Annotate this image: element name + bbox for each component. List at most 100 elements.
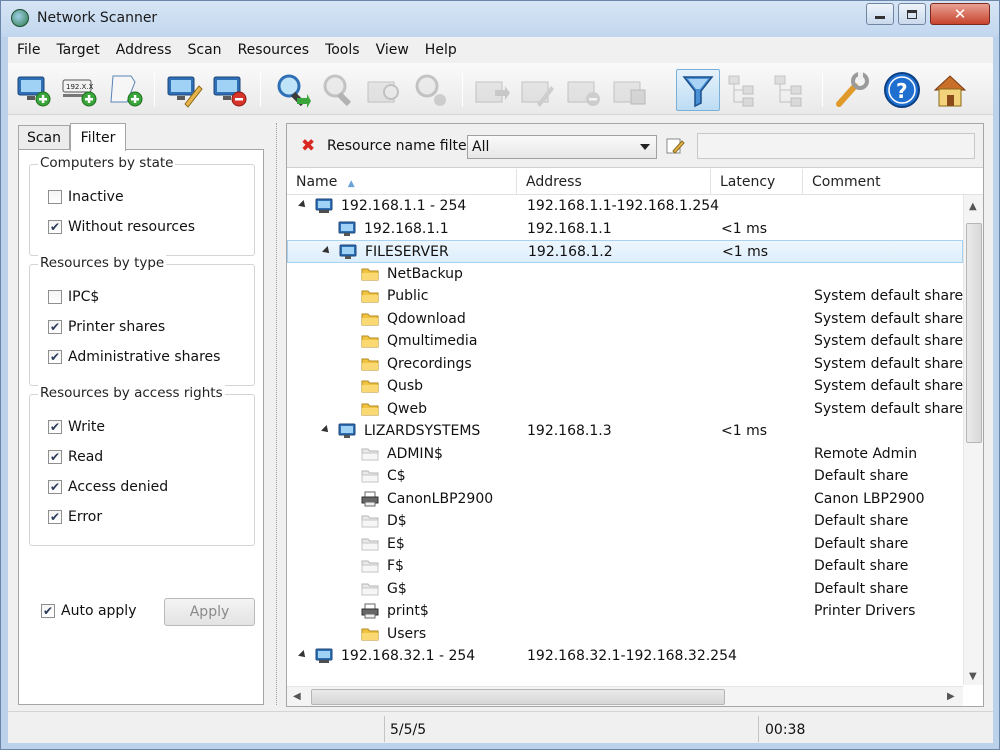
tree-expander-icon[interactable] [322, 246, 332, 256]
close-button[interactable]: ✕ [930, 3, 990, 25]
left-panel: Scan Filter Computers by state Inactive … [12, 123, 266, 705]
maximize-button[interactable] [898, 3, 926, 25]
title-bar[interactable]: Network Scanner ✕ [1, 1, 999, 37]
scroll-right-icon[interactable]: ▶ [947, 691, 955, 702]
edit-filter-icon[interactable] [665, 136, 685, 156]
add-computer-button[interactable] [12, 69, 56, 111]
tree-row[interactable]: Qusb System default share [287, 375, 963, 398]
vertical-scroll-thumb[interactable] [966, 223, 982, 443]
checkbox-checked[interactable]: ✔ [48, 350, 62, 364]
checkbox-checked[interactable]: ✔ [48, 450, 62, 464]
remove-resource-button[interactable] [562, 69, 606, 111]
export-button[interactable] [470, 69, 514, 111]
filter-error[interactable]: ✔ Error [48, 509, 102, 525]
tab-scan[interactable]: Scan [18, 125, 70, 149]
column-header-latency[interactable]: Latency [711, 169, 803, 195]
tree-row[interactable]: D$ Default share [287, 510, 963, 533]
tree-row[interactable]: Qrecordings System default share [287, 353, 963, 376]
filter-write[interactable]: ✔ Write [48, 419, 105, 435]
edit-resource-button[interactable] [516, 69, 560, 111]
tab-filter[interactable]: Filter [70, 123, 126, 151]
tree-row[interactable]: ADMIN$ Remote Admin [287, 443, 963, 466]
tree-row[interactable]: NetBackup [287, 263, 963, 286]
tree-row[interactable]: Public System default share [287, 285, 963, 308]
cell-name: NetBackup [387, 265, 463, 282]
scroll-left-icon[interactable]: ◀ [293, 691, 301, 702]
tree-row-selected[interactable]: FILESERVER 192.168.1.2 <1 ms [287, 240, 963, 263]
tree-row[interactable]: print$ Printer Drivers [287, 600, 963, 623]
apply-button[interactable]: Apply [164, 598, 255, 626]
scroll-up-icon[interactable]: ▲ [969, 201, 977, 212]
menu-view[interactable]: View [367, 42, 416, 58]
menu-file[interactable]: File [8, 42, 47, 58]
tree-row[interactable]: G$ Default share [287, 578, 963, 601]
resource-properties-button[interactable] [608, 69, 652, 111]
vertical-scrollbar[interactable]: ▲ ▼ [963, 195, 983, 685]
column-header-name[interactable]: Name ▲ [287, 169, 517, 195]
add-ip-range-button[interactable]: 192.X.X [58, 69, 102, 111]
filter-ipc[interactable]: IPC$ [48, 289, 99, 305]
tree-row[interactable]: C$ Default share [287, 465, 963, 488]
checkbox-checked[interactable]: ✔ [48, 480, 62, 494]
tree-expander-icon[interactable] [298, 200, 308, 210]
help-button[interactable]: ? [880, 69, 924, 111]
stop-scan-button[interactable] [408, 69, 452, 111]
panel-splitter[interactable] [276, 123, 278, 705]
filter-printer-shares[interactable]: ✔ Printer shares [48, 319, 165, 335]
cell-name: 192.168.32.1 - 254 [341, 648, 476, 664]
filter-administrative-shares[interactable]: ✔ Administrative shares [48, 349, 220, 365]
menu-address[interactable]: Address [107, 42, 179, 58]
tree-row[interactable]: 192.168.32.1 - 254 192.168.32.1-192.168.3… [287, 645, 963, 668]
tree-row[interactable]: E$ Default share [287, 533, 963, 556]
minimize-button[interactable] [866, 3, 894, 25]
horizontal-scrollbar[interactable]: ◀ ▶ [287, 686, 963, 706]
scan-button[interactable] [270, 69, 314, 111]
tree-row[interactable]: 192.168.1.1 - 254 192.168.1.1-192.168.1.2… [287, 195, 963, 218]
remove-computer-button[interactable] [208, 69, 252, 111]
tree-row[interactable]: Qdownload System default share [287, 308, 963, 331]
clear-filter-icon[interactable]: ✖ [301, 136, 315, 156]
checkbox-checked[interactable]: ✔ [48, 220, 62, 234]
options-button[interactable] [830, 69, 874, 111]
horizontal-scroll-thumb[interactable] [311, 689, 725, 705]
tree-expander-icon[interactable] [321, 425, 331, 435]
menu-tools[interactable]: Tools [316, 42, 367, 58]
checkbox-checked[interactable]: ✔ [48, 320, 62, 334]
filter-text-input[interactable] [697, 133, 975, 159]
status-separator [758, 716, 759, 742]
filter-without-resources[interactable]: ✔ Without resources [48, 219, 195, 235]
tree-row[interactable]: 192.168.1.1 192.168.1.1 <1 ms [287, 218, 963, 241]
checkbox[interactable] [48, 190, 62, 204]
tree-expand-button[interactable] [722, 69, 766, 111]
tree-collapse-button[interactable] [768, 69, 812, 111]
home-button[interactable] [928, 69, 972, 111]
tree-row[interactable]: Qmultimedia System default share [287, 330, 963, 353]
checkbox[interactable] [48, 290, 62, 304]
scan-selected-button[interactable] [316, 69, 360, 111]
tree-row[interactable]: LIZARDSYSTEMS 192.168.1.3 <1 ms [287, 420, 963, 443]
edit-computer-button[interactable] [162, 69, 206, 111]
filter-inactive[interactable]: Inactive [48, 189, 124, 205]
filter-access-denied[interactable]: ✔ Access denied [48, 479, 168, 495]
menu-help[interactable]: Help [416, 42, 464, 58]
tree-expander-icon[interactable] [298, 650, 308, 660]
menu-resources[interactable]: Resources [229, 42, 317, 58]
tree-row[interactable]: CanonLBP2900 Canon LBP2900 [287, 488, 963, 511]
menu-scan[interactable]: Scan [179, 42, 229, 58]
scroll-down-icon[interactable]: ▼ [969, 671, 977, 682]
menu-target[interactable]: Target [47, 42, 106, 58]
checkbox-checked[interactable]: ✔ [48, 420, 62, 434]
checkbox-checked[interactable]: ✔ [41, 604, 55, 618]
add-from-file-button[interactable] [104, 69, 148, 111]
tree-row[interactable]: Users [287, 623, 963, 646]
auto-apply-checkbox[interactable]: ✔ Auto apply [41, 603, 136, 619]
tree-row[interactable]: F$ Default share [287, 555, 963, 578]
tree-row[interactable]: Qweb System default share [287, 398, 963, 421]
column-header-address[interactable]: Address [517, 169, 711, 195]
column-header-comment[interactable]: Comment [803, 169, 983, 195]
checkbox-checked[interactable]: ✔ [48, 510, 62, 524]
filter-button[interactable] [676, 69, 720, 111]
filter-read[interactable]: ✔ Read [48, 449, 103, 465]
scan-folder-button[interactable] [362, 69, 406, 111]
filter-dropdown[interactable]: All [467, 135, 657, 159]
